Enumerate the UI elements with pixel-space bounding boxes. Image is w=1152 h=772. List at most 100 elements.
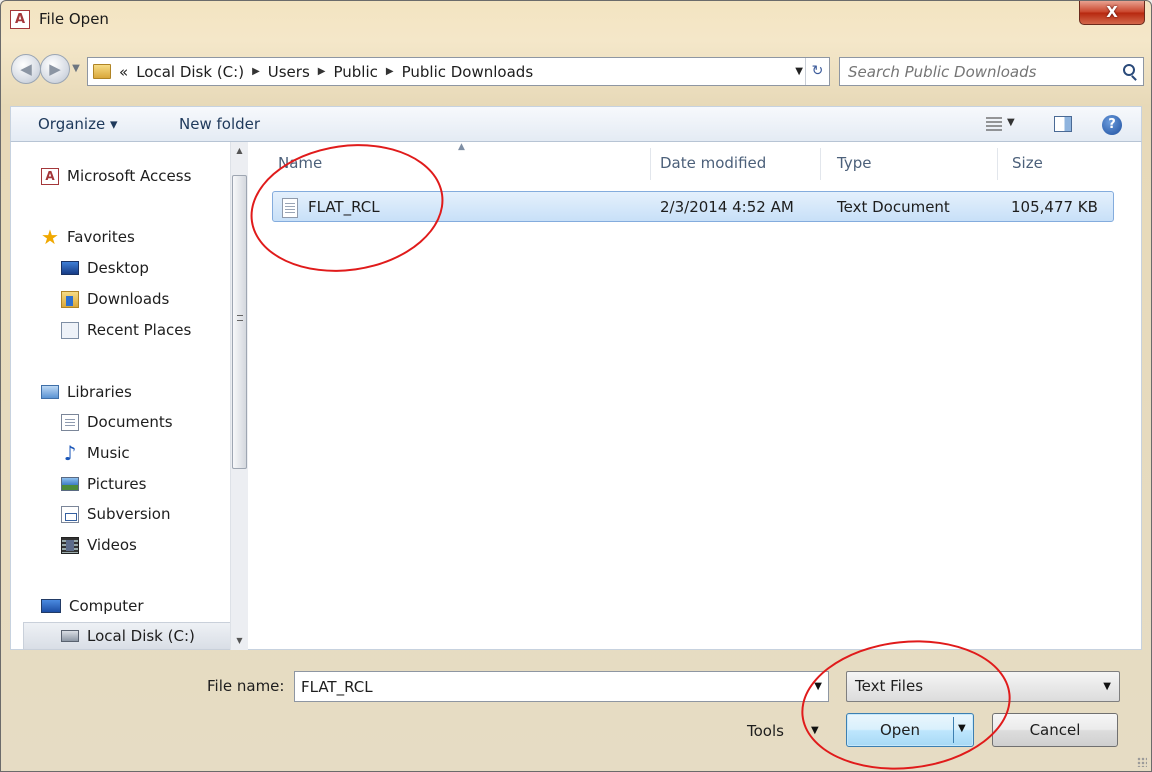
column-divider[interactable] — [997, 148, 998, 180]
documents-icon — [61, 413, 79, 431]
libraries-icon — [41, 385, 59, 399]
file-type-filter-select[interactable]: Text Files ▼ — [846, 671, 1120, 702]
nav-item-label: Documents — [87, 413, 173, 431]
file-name-label: File name: — [207, 677, 285, 695]
access-icon: A — [41, 167, 59, 185]
search-input[interactable] — [848, 60, 1108, 83]
window-title: File Open — [39, 10, 109, 28]
nav-item-pictures[interactable]: Pictures — [61, 470, 146, 498]
breadcrumb-public-downloads[interactable]: Public Downloads — [402, 63, 534, 81]
open-button-label[interactable]: Open — [847, 721, 953, 739]
nav-item-documents[interactable]: Documents — [61, 408, 173, 436]
file-name-combobox[interactable]: ▼ — [294, 671, 829, 702]
computer-icon — [41, 599, 61, 613]
split-divider — [953, 717, 954, 743]
file-name-input[interactable] — [301, 675, 796, 698]
back-arrow-icon: ◀ — [20, 60, 32, 78]
refresh-icon: ↻ — [811, 63, 824, 79]
file-type-cell: Text Document — [837, 198, 950, 216]
forward-button[interactable]: ▶ — [40, 54, 70, 84]
breadcrumb-public[interactable]: Public — [333, 63, 377, 81]
nav-item-favorites[interactable]: ★ Favorites — [41, 223, 135, 251]
view-options-dropdown-icon[interactable]: ▼ — [1007, 117, 1015, 128]
nav-item-local-disk[interactable]: Local Disk (C:) — [23, 622, 241, 650]
star-icon: ★ — [41, 224, 59, 249]
file-date-cell: 2/3/2014 4:52 AM — [660, 198, 794, 216]
nav-pane-scrollbar[interactable]: ▲ ▼ — [230, 142, 248, 650]
nav-item-desktop[interactable]: Desktop — [61, 254, 149, 282]
cancel-button[interactable]: Cancel — [992, 713, 1118, 747]
refresh-button[interactable]: ↻ — [805, 58, 829, 85]
nav-item-label: Favorites — [67, 228, 135, 246]
nav-item-label: Downloads — [87, 290, 170, 308]
nav-item-label: Videos — [87, 536, 137, 554]
organize-button[interactable]: Organize ▾ — [38, 115, 118, 133]
scrollbar-grip-icon — [237, 315, 243, 321]
nav-item-videos[interactable]: Videos — [61, 531, 137, 559]
new-folder-button[interactable]: New folder — [179, 115, 260, 133]
file-row[interactable]: FLAT_RCL 2/3/2014 4:52 AM Text Document … — [272, 191, 1114, 222]
breadcrumb-arrow-icon[interactable]: ▶ — [252, 66, 260, 77]
nav-item-label: Desktop — [87, 259, 149, 277]
column-header-type[interactable]: Type — [837, 154, 871, 172]
recent-places-icon — [61, 321, 79, 339]
address-dropdown-icon[interactable]: ▼ — [795, 58, 803, 85]
music-icon: ♪ — [63, 440, 77, 465]
close-button[interactable]: X — [1079, 1, 1145, 25]
nav-item-recent-places[interactable]: Recent Places — [61, 316, 191, 344]
nav-item-libraries[interactable]: Libraries — [41, 378, 132, 406]
resize-grip-icon[interactable] — [1137, 757, 1147, 767]
recent-locations-dropdown[interactable]: ▼ — [69, 59, 83, 79]
subversion-icon — [61, 505, 79, 523]
pictures-icon — [61, 477, 79, 491]
downloads-icon — [61, 290, 79, 308]
file-size-cell: 105,477 KB — [1011, 198, 1098, 216]
nav-item-subversion[interactable]: Subversion — [61, 500, 171, 528]
back-button[interactable]: ◀ — [11, 54, 41, 84]
open-options-dropdown-icon[interactable]: ▼ — [958, 723, 966, 734]
scroll-up-arrow-icon[interactable]: ▲ — [231, 142, 248, 160]
scrollbar-thumb[interactable] — [232, 175, 247, 469]
search-icon[interactable] — [1123, 64, 1135, 76]
file-type-filter-value: Text Files — [855, 677, 924, 695]
preview-pane-icon[interactable] — [1054, 116, 1072, 132]
command-toolbar: Organize ▾ New folder ▼ ? — [10, 106, 1142, 142]
nav-item-microsoft-access[interactable]: A Microsoft Access — [41, 162, 191, 190]
nav-item-label: Local Disk (C:) — [87, 627, 195, 645]
filter-dropdown-icon[interactable]: ▼ — [1103, 681, 1111, 692]
folder-icon — [93, 64, 111, 79]
text-file-icon — [282, 198, 298, 218]
breadcrumb-overflow[interactable]: « — [119, 63, 128, 81]
address-bar[interactable]: « Local Disk (C:) ▶ Users ▶ Public ▶ Pub… — [87, 57, 830, 86]
local-disk-icon — [61, 630, 79, 642]
navigation-pane: A Microsoft Access ★ Favorites Desktop D… — [10, 142, 251, 650]
file-name-dropdown-icon[interactable]: ▼ — [814, 681, 822, 692]
breadcrumb-arrow-icon[interactable]: ▶ — [386, 66, 394, 77]
scroll-down-arrow-icon[interactable]: ▼ — [231, 632, 248, 650]
change-view-icon[interactable] — [986, 117, 1002, 131]
file-name-cell: FLAT_RCL — [308, 198, 380, 216]
breadcrumb-local-disk[interactable]: Local Disk (C:) — [136, 63, 244, 81]
file-open-dialog: A File Open X ◀ ▶ ▼ « Local Disk (C:) ▶ … — [0, 0, 1152, 772]
nav-item-downloads[interactable]: Downloads — [61, 285, 169, 313]
breadcrumb-users[interactable]: Users — [268, 63, 310, 81]
column-header-name[interactable]: Name — [278, 154, 322, 172]
nav-item-label: Recent Places — [87, 321, 192, 339]
access-app-icon: A — [10, 10, 30, 29]
search-box[interactable] — [839, 57, 1144, 86]
sort-ascending-icon: ▲ — [458, 142, 465, 152]
open-split-button[interactable]: Open ▼ — [846, 713, 974, 747]
help-icon[interactable]: ? — [1102, 115, 1122, 135]
title-bar[interactable]: A File Open X — [1, 1, 1151, 41]
column-header-date-modified[interactable]: Date modified — [660, 154, 766, 172]
nav-item-computer[interactable]: Computer — [41, 592, 144, 620]
nav-item-label: Subversion — [87, 505, 171, 523]
tools-button[interactable]: Tools — [747, 722, 784, 740]
breadcrumb-arrow-icon[interactable]: ▶ — [318, 66, 326, 77]
tools-dropdown-icon[interactable]: ▼ — [811, 725, 819, 736]
nav-item-music[interactable]: ♪ Music — [61, 439, 130, 467]
column-divider[interactable] — [820, 148, 821, 180]
column-header-size[interactable]: Size — [1012, 154, 1043, 172]
column-divider[interactable] — [650, 148, 651, 180]
videos-icon — [61, 536, 79, 554]
